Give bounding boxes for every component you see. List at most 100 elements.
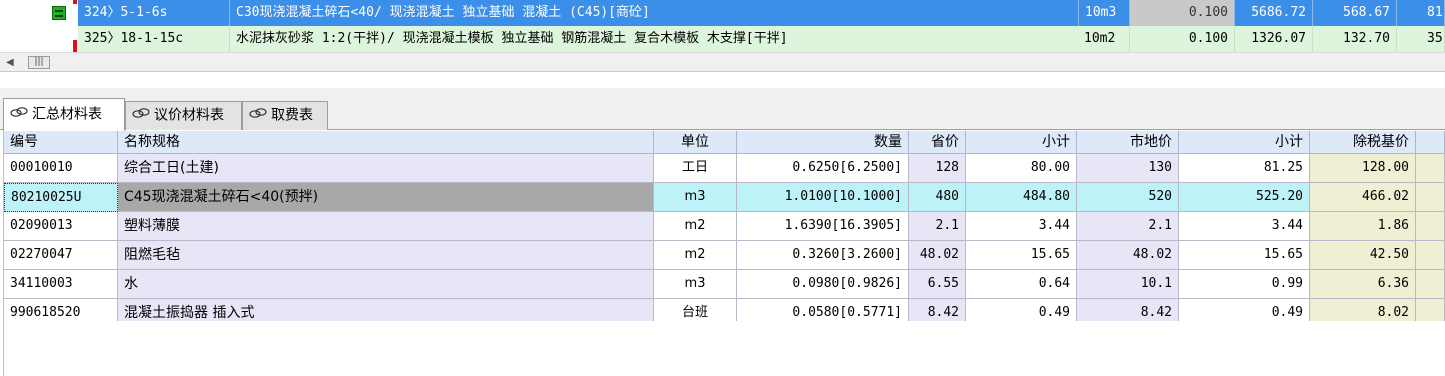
cell-quantity[interactable]: 0.6250[6.2500] (737, 154, 909, 183)
cell-province-price[interactable]: 2.1 (909, 212, 966, 241)
cell-subtotal[interactable]: 81.25 (1179, 154, 1310, 183)
cell-code[interactable]: 02090013 (4, 212, 118, 241)
row-gutter (0, 26, 78, 52)
item-quantity[interactable]: 0.100 (1130, 26, 1235, 52)
cell-subtotal[interactable]: 3.44 (1179, 212, 1310, 241)
item-row[interactable]: 325〉18-1-15c 水泥抹灰砂浆 1:2(干拌)/ 现浇混凝土模板 独立基… (0, 26, 1445, 52)
cell-pretax-price[interactable]: 6.36 (1310, 270, 1416, 299)
table-row[interactable]: 02090013 塑料薄膜 m2 1.6390[16.3905] 2.1 3.4… (4, 212, 1445, 241)
header-pretax-price[interactable]: 除税基价 (1310, 131, 1416, 154)
item-unit: 10m3 (1078, 0, 1130, 26)
tab-bar: 汇总材料表 议价材料表 取费表 (0, 88, 1445, 131)
table-row[interactable]: 02270047 阻燃毛毡 m2 0.3260[3.2600] 48.02 15… (4, 241, 1445, 270)
cell-name[interactable]: 塑料薄膜 (118, 212, 654, 241)
cell-market-price[interactable]: 48.02 (1077, 241, 1179, 270)
horizontal-scrollbar[interactable]: ◀ ||| (0, 52, 1445, 72)
table-row-selected[interactable]: 80210025U C45现浇混凝土碎石<40(预拌) m3 1.0100[10… (4, 183, 1445, 212)
cell-unit[interactable]: m3 (654, 183, 737, 212)
cell-market-price[interactable]: 130 (1077, 154, 1179, 183)
row-gutter (0, 0, 78, 26)
header-quantity[interactable]: 数量 (737, 131, 909, 154)
cell-quantity[interactable]: 0.0980[0.9826] (737, 270, 909, 299)
scroll-thumb[interactable]: ||| (28, 56, 50, 69)
header-name[interactable]: 名称规格 (118, 131, 654, 154)
cell-subtotal[interactable]: 15.65 (966, 241, 1077, 270)
table-row[interactable]: 00010010 综合工日(土建) 工日 0.6250[6.2500] 128 … (4, 154, 1445, 183)
item-unit-price: 1326.07 (1235, 26, 1313, 52)
cell-quantity[interactable]: 1.6390[16.3905] (737, 212, 909, 241)
header-subtotal[interactable]: 小计 (966, 131, 1077, 154)
cell-market-price[interactable]: 2.1 (1077, 212, 1179, 241)
cell-quantity[interactable]: 0.3260[3.2600] (737, 241, 909, 270)
cell-province-price[interactable]: 6.55 (909, 270, 966, 299)
cell-pretax-price[interactable]: 1.86 (1310, 212, 1416, 241)
item-extra: 35 (1397, 26, 1445, 52)
cell-subtotal[interactable]: 0.99 (1179, 270, 1310, 299)
cell-unit[interactable]: m3 (654, 270, 737, 299)
cell-subtotal[interactable]: 0.49 (966, 299, 1077, 321)
cell-unit[interactable]: 台班 (654, 299, 737, 321)
cell-pretax-price[interactable]: 466.02 (1310, 183, 1416, 212)
header-code[interactable]: 编号 (4, 131, 118, 154)
item-quantity[interactable]: 0.100 (1130, 0, 1235, 26)
scroll-left-icon[interactable]: ◀ (6, 57, 14, 69)
header-subtotal[interactable]: 小计 (1179, 131, 1310, 154)
cell-subtotal[interactable]: 0.49 (1179, 299, 1310, 321)
link-icon (249, 102, 267, 129)
cell-market-price[interactable]: 10.1 (1077, 270, 1179, 299)
cell-quantity[interactable]: 0.0580[0.5771] (737, 299, 909, 321)
header-market-price[interactable]: 市地价 (1077, 131, 1179, 154)
cell-code[interactable]: 34110003 (4, 270, 118, 299)
cell-extra (1416, 299, 1445, 321)
cell-name[interactable]: 综合工日(土建) (118, 154, 654, 183)
cell-code[interactable]: 02270047 (4, 241, 118, 270)
cell-unit[interactable]: 工日 (654, 154, 737, 183)
table-row[interactable]: 34110003 水 m3 0.0980[0.9826] 6.55 0.64 1… (4, 270, 1445, 299)
cell-pretax-price[interactable]: 42.50 (1310, 241, 1416, 270)
item-row-selected[interactable]: 324〉5-1-6s C30现浇混凝土碎石<40/ 现浇混凝土 独立基础 混凝土… (0, 0, 1445, 26)
cell-province-price[interactable]: 480 (909, 183, 966, 212)
tab-fee-table[interactable]: 取费表 (242, 101, 328, 130)
material-summary-table: 编号 名称规格 单位 数量 省价 小计 市地价 小计 除税基价 00010010… (4, 131, 1445, 321)
cell-market-price[interactable]: 8.42 (1077, 299, 1179, 321)
link-icon (132, 102, 150, 129)
cell-name[interactable]: 阻燃毛毡 (118, 241, 654, 270)
cell-market-price[interactable]: 520 (1077, 183, 1179, 212)
cell-extra (1416, 183, 1445, 212)
header-extra (1416, 131, 1445, 154)
cell-subtotal[interactable]: 484.80 (966, 183, 1077, 212)
item-seq-code: 325〉18-1-15c (78, 26, 230, 52)
cell-subtotal[interactable]: 0.64 (966, 270, 1077, 299)
cell-province-price[interactable]: 48.02 (909, 241, 966, 270)
cell-name[interactable]: 混凝土振捣器 插入式 (118, 299, 654, 321)
table-row[interactable]: 990618520 混凝土振捣器 插入式 台班 0.0580[0.5771] 8… (4, 299, 1445, 321)
header-province-price[interactable]: 省价 (909, 131, 966, 154)
cell-subtotal[interactable]: 15.65 (1179, 241, 1310, 270)
tab-negotiated-materials[interactable]: 议价材料表 (125, 101, 242, 130)
cell-extra (1416, 270, 1445, 299)
cell-pretax-price[interactable]: 8.02 (1310, 299, 1416, 321)
cell-code[interactable]: 00010010 (4, 154, 118, 183)
cell-province-price[interactable]: 8.42 (909, 299, 966, 321)
cell-unit[interactable]: m2 (654, 212, 737, 241)
cell-name[interactable]: 水 (118, 270, 654, 299)
cell-subtotal[interactable]: 525.20 (1179, 183, 1310, 212)
cell-subtotal[interactable]: 80.00 (966, 154, 1077, 183)
tab-label: 议价材料表 (154, 107, 224, 124)
cell-extra (1416, 241, 1445, 270)
cell-province-price[interactable]: 128 (909, 154, 966, 183)
cell-pretax-price[interactable]: 128.00 (1310, 154, 1416, 183)
cell-code[interactable]: 80210025U (4, 183, 118, 212)
cell-code[interactable]: 990618520 (4, 299, 118, 321)
item-table-icon (52, 6, 66, 20)
cell-quantity[interactable]: 1.0100[10.1000] (737, 183, 909, 212)
red-flag-icon (73, 40, 77, 52)
header-unit[interactable]: 单位 (654, 131, 737, 154)
cell-subtotal[interactable]: 3.44 (966, 212, 1077, 241)
item-unit: 10m2 (1078, 26, 1130, 52)
tab-label: 取费表 (271, 107, 313, 124)
item-description: C30现浇混凝土碎石<40/ 现浇混凝土 独立基础 混凝土 (C45)[商砼] (230, 0, 1078, 26)
cell-name[interactable]: C45现浇混凝土碎石<40(预拌) (118, 183, 654, 212)
tab-summary-materials[interactable]: 汇总材料表 (3, 98, 125, 131)
cell-unit[interactable]: m2 (654, 241, 737, 270)
